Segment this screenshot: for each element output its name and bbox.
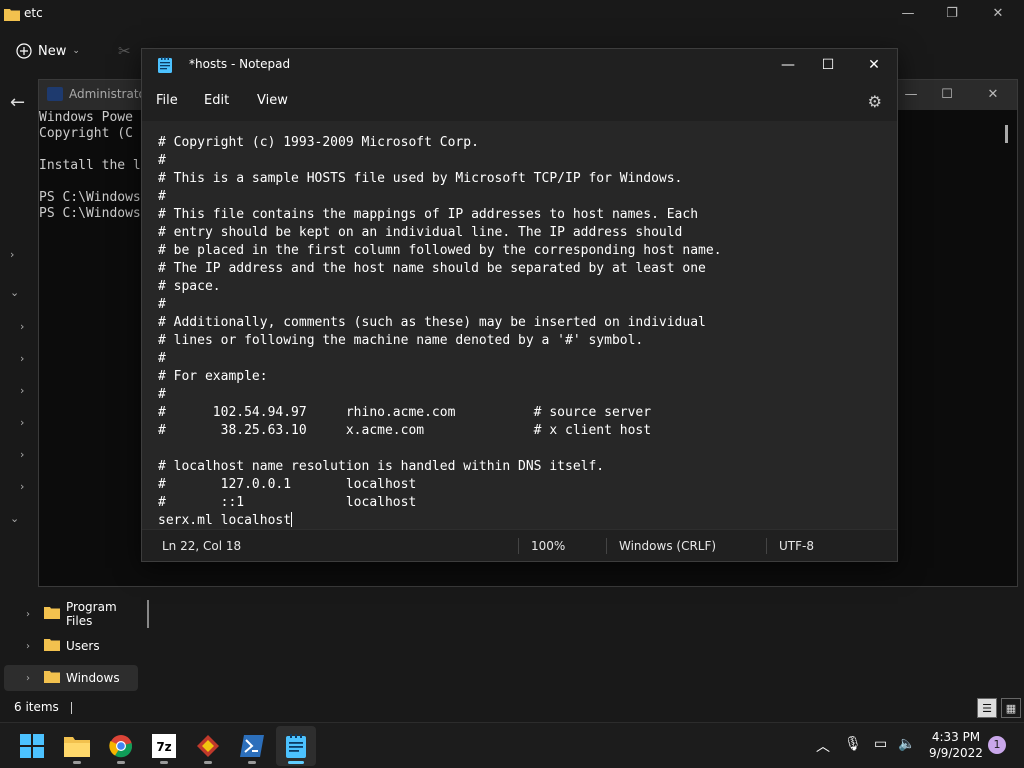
microphone-icon[interactable]: 🎙 (844, 736, 862, 752)
folder-icon (44, 670, 60, 686)
chevron-right-icon: › (26, 608, 30, 620)
notepad-title: *hosts - Notepad (189, 57, 291, 71)
minimize-button[interactable]: — (899, 85, 923, 105)
zoom-level: 100% (531, 539, 566, 553)
chevron-right-icon[interactable]: › (10, 248, 14, 261)
notepad-menu-bar: File Edit View ⚙ (142, 81, 897, 121)
nav-scrollbar[interactable] (147, 600, 149, 628)
taskbar-file-explorer[interactable] (57, 726, 97, 766)
folder-icon (64, 737, 90, 757)
windows-logo-icon (20, 734, 44, 758)
nav-item-program-files[interactable]: › Program Files (4, 600, 138, 628)
time: 4:33 PM (931, 730, 981, 744)
encoding: UTF-8 (779, 539, 814, 553)
close-button[interactable]: ✕ (860, 55, 888, 75)
notification-badge[interactable]: 1 (988, 736, 1006, 754)
view-toggle: ☰ ▦ (977, 698, 1021, 718)
minimize-button[interactable]: — (896, 4, 920, 24)
chevron-right-icon[interactable]: › (20, 384, 24, 397)
notepad-icon (158, 57, 172, 77)
terminal-icon (47, 87, 63, 101)
explorer-titlebar: etc — ❐ ✕ (0, 0, 1024, 30)
nav-item-users[interactable]: › Users (4, 633, 138, 659)
chevron-right-icon[interactable]: › (20, 416, 24, 429)
back-arrow-icon[interactable]: ← (10, 92, 25, 113)
chevron-right-icon[interactable]: › (20, 448, 24, 461)
taskbar-powershell[interactable] (232, 726, 272, 766)
svg-text:7z: 7z (156, 740, 171, 754)
plus-circle-icon (16, 43, 32, 59)
notepad-window: *hosts - Notepad — ☐ ✕ File Edit View ⚙ … (141, 48, 898, 562)
powershell-icon (240, 735, 264, 757)
powershell-title: Administrator (69, 87, 151, 101)
maximize-button[interactable]: ☐ (814, 55, 842, 75)
new-button[interactable]: New ⌄ (16, 39, 80, 63)
new-button-label: New (38, 43, 67, 59)
nav-item-label: Program Files (66, 600, 117, 628)
notepad-icon (286, 734, 306, 758)
taskbar-notepad[interactable] (276, 726, 316, 766)
chrome-icon (109, 735, 133, 758)
chevron-right-icon[interactable]: › (20, 352, 24, 365)
taskbar-7zip[interactable]: 7z (144, 726, 184, 766)
powershell-output[interactable]: Windows Powe Copyright (C Install the l P… (39, 110, 141, 222)
network-icon[interactable]: ▭ (874, 736, 887, 752)
close-button[interactable]: ✕ (981, 85, 1005, 105)
chevron-down-icon: ⌄ (72, 46, 80, 56)
minimize-button[interactable]: — (774, 55, 802, 75)
folder-icon (44, 638, 60, 654)
notepad-titlebar: *hosts - Notepad — ☐ ✕ (142, 49, 897, 81)
close-button[interactable]: ✕ (986, 4, 1010, 24)
chevron-right-icon: › (26, 640, 30, 652)
notepad-status-bar: Ln 22, Col 18 100% Windows (CRLF) UTF-8 (142, 529, 897, 561)
chevron-right-icon[interactable]: › (20, 480, 24, 493)
settings-gear-icon[interactable]: ⚙ (868, 92, 882, 111)
tiles-view-icon[interactable]: ▦ (1001, 698, 1021, 718)
text-caret (291, 512, 293, 527)
7zip-icon: 7z (152, 734, 176, 758)
start-button[interactable] (12, 726, 52, 766)
taskbar-app[interactable] (188, 726, 228, 766)
chevron-right-icon: › (26, 672, 30, 684)
explorer-title: etc (24, 6, 43, 20)
text-editor[interactable]: # Copyright (c) 1993-2009 Microsoft Corp… (142, 121, 897, 529)
taskbar: 7z ︿ 🎙 ▭ 🔈 4:33 PM 9/9/2022 1 (0, 722, 1024, 768)
cut-icon[interactable]: ✂ (118, 42, 131, 60)
nav-item-windows[interactable]: › Windows (4, 665, 138, 691)
clock[interactable]: 4:33 PM 9/9/2022 (926, 729, 986, 761)
explorer-status-bar: 6 items (14, 700, 72, 714)
chevron-right-icon[interactable]: › (20, 320, 24, 333)
maximize-button[interactable]: ☐ (935, 85, 959, 105)
maximize-button[interactable]: ❐ (940, 4, 964, 24)
editor-content[interactable]: # Copyright (c) 1993-2009 Microsoft Corp… (158, 134, 722, 529)
details-view-icon[interactable]: ☰ (977, 698, 997, 718)
menu-file[interactable]: File (156, 93, 178, 108)
app-icon (197, 735, 219, 757)
item-count: 6 items (14, 700, 59, 714)
show-hidden-icons-chevron-up-icon[interactable]: ︿ (816, 736, 830, 756)
powershell-scrollbar[interactable] (1005, 125, 1008, 143)
nav-item-label: Users (66, 639, 100, 653)
nav-item-label: Windows (66, 671, 120, 685)
folder-icon (44, 606, 60, 622)
chevron-down-icon[interactable]: ⌄ (10, 286, 19, 299)
taskbar-chrome[interactable] (101, 726, 141, 766)
volume-icon[interactable]: 🔈 (898, 736, 915, 752)
folder-icon (4, 6, 20, 25)
menu-edit[interactable]: Edit (204, 93, 229, 108)
date: 9/9/2022 (929, 746, 983, 760)
cursor-position: Ln 22, Col 18 (162, 539, 242, 553)
line-ending: Windows (CRLF) (619, 539, 717, 553)
menu-view[interactable]: View (257, 93, 288, 108)
chevron-down-icon[interactable]: ⌄ (10, 512, 19, 525)
